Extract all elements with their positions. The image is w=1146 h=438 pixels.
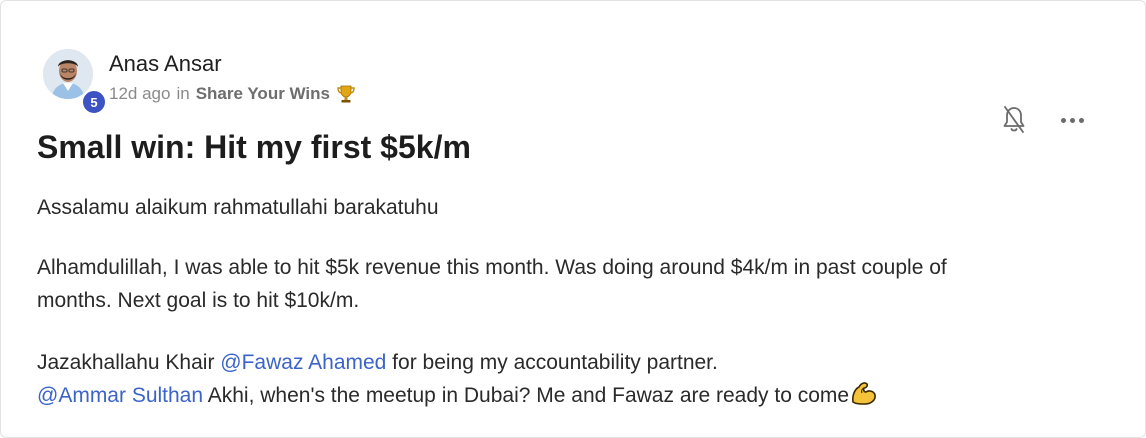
text-segment: Jazakhallahu Khair: [37, 351, 221, 374]
more-horizontal-icon: [1060, 117, 1066, 123]
more-dot: [1069, 117, 1075, 123]
level-badge: 5: [81, 89, 107, 115]
bell-off-icon: [1003, 106, 1025, 133]
text-segment: for being my accountability partner.: [386, 351, 718, 374]
body-paragraph-3-line-2: @Ammar Sulthan Akhi, when's the meetup i…: [37, 379, 878, 416]
post-card: 5 Anas Ansar 12d ago in Share Your Wins: [0, 0, 1146, 438]
body-paragraph-2-line-2: months. Next goal is to hit $10k/m.: [37, 289, 360, 312]
body-paragraph-2-line-1: Alhamdulillah, I was able to hit $5k rev…: [37, 256, 947, 279]
body-paragraph-2: Alhamdulillah, I was able to hit $5k rev…: [37, 251, 947, 317]
post-actions: [999, 103, 1087, 137]
post-header: 5 Anas Ansar 12d ago in Share Your Wins: [37, 43, 1117, 133]
post-time[interactable]: 12d ago: [109, 84, 170, 104]
mention-link[interactable]: @Fawaz Ahamed: [220, 351, 386, 374]
trophy-icon: [336, 84, 356, 104]
body-paragraph-1: Assalamu alaikum rahmatullahi barakatuhu: [37, 196, 439, 219]
more-dot: [1078, 117, 1084, 123]
text-segment: Akhi, when's the meetup in Dubai? Me and…: [203, 384, 850, 407]
more-options-button[interactable]: [1057, 105, 1087, 135]
body-paragraph-3-line-1: Jazakhallahu Khair @Fawaz Ahamed for bei…: [37, 346, 878, 379]
flexed-biceps-icon: [850, 380, 878, 416]
author-avatar-wrap[interactable]: 5: [43, 49, 107, 115]
author-name[interactable]: Anas Ansar: [109, 51, 222, 77]
post-meta: 12d ago in Share Your Wins: [109, 84, 356, 104]
meta-in-word: in: [176, 84, 190, 103]
post-title: Small win: Hit my first $5k/m: [37, 129, 471, 165]
body-paragraph-3: Jazakhallahu Khair @Fawaz Ahamed for bei…: [37, 346, 878, 416]
mention-link[interactable]: @Ammar Sulthan: [37, 384, 203, 407]
category-link[interactable]: Share Your Wins: [196, 84, 330, 104]
mute-notifications-button[interactable]: [999, 103, 1029, 137]
